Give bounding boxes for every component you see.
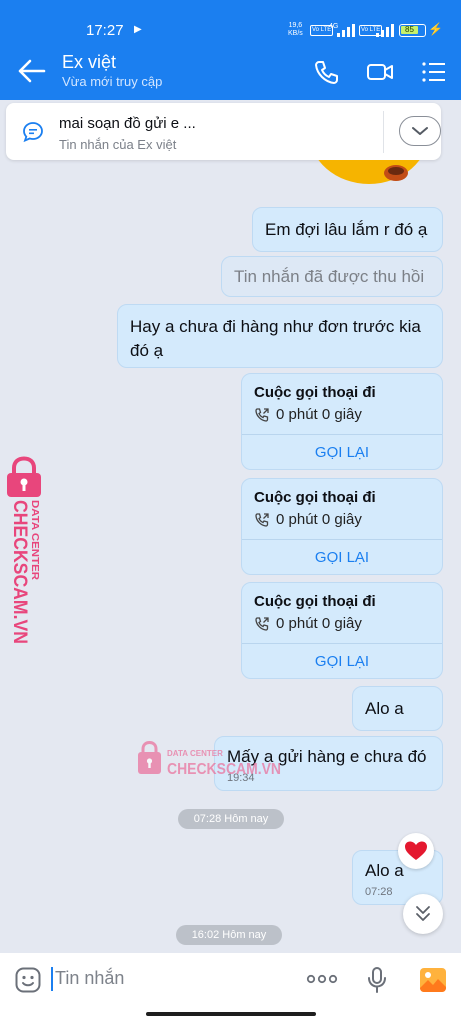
back-arrow-icon[interactable] [14, 56, 48, 86]
expand-pinned-button[interactable] [399, 116, 441, 146]
outgoing-call-icon [255, 408, 269, 422]
message-text: Hay a chưa đi hàng như đơn trước kia đó … [130, 317, 421, 360]
recalled-message-text: Tin nhắn đã được thu hồi [234, 267, 425, 286]
home-indicator[interactable] [146, 1012, 316, 1016]
sticker-icon[interactable] [14, 966, 42, 994]
network-speed-unit: KB/s [288, 30, 303, 37]
more-options-icon[interactable] [306, 973, 338, 985]
pinned-message-source: Tin nhắn của Ex việt [59, 137, 177, 152]
signal-icon-2 [376, 24, 394, 37]
message-text: Alo a [365, 699, 404, 718]
contact-status: Vừa mới truy cập [62, 74, 163, 89]
reaction-heart-button[interactable] [398, 833, 434, 869]
message-text: Em đợi lâu lắm r đó ạ [265, 220, 428, 239]
system-nav-bar [0, 1006, 461, 1024]
outgoing-call-icon [255, 617, 269, 631]
date-separator: 07:28 Hôm nay [178, 809, 284, 829]
message-input[interactable]: Tin nhắn [55, 968, 124, 989]
double-chevron-down-icon [416, 906, 430, 921]
divider [242, 434, 442, 435]
pinned-message-bar[interactable]: mai soạn đồ gửi e ... Tin nhắn của Ex vi… [6, 103, 441, 160]
battery-level: 85 [405, 25, 414, 34]
checkscam-watermark: DATA CENTER CHECKSCAM.VN [138, 741, 281, 778]
watermark-brand: CHECKSCAM.VN [9, 500, 30, 644]
divider [242, 539, 442, 540]
network-speed: 19,6 KB/s [288, 22, 303, 38]
divider [383, 111, 384, 153]
heart-icon [405, 841, 427, 860]
scroll-to-bottom-button[interactable] [403, 894, 443, 934]
message-input-bar: Tin nhắn [0, 953, 461, 1006]
network-speed-value: 19,6 [288, 22, 303, 29]
contact-name[interactable]: Ex việt [62, 52, 116, 73]
call-duration: 0 phút 0 giây [276, 511, 362, 528]
watermark-brand: CHECKSCAM.VN [167, 761, 281, 778]
chevron-down-icon [412, 127, 428, 135]
chat-header: Ex việt Vừa mới truy cập [0, 44, 461, 100]
call-card[interactable]: Cuộc gọi thoại đi 0 phút 0 giây GỌI LẠI [241, 373, 443, 470]
divider [242, 643, 442, 644]
call-duration: 0 phút 0 giây [276, 406, 362, 423]
call-card[interactable]: Cuộc gọi thoại đi 0 phút 0 giây GỌI LẠI [241, 582, 443, 679]
charging-icon: ⚡ [428, 22, 443, 36]
menu-icon[interactable] [420, 58, 448, 86]
checkscam-watermark: CHECKSCAM.VN DATA CENTER [7, 456, 41, 644]
chat-bubble-icon [23, 122, 43, 143]
message-bubble[interactable]: Hay a chưa đi hàng như đơn trước kia đó … [117, 304, 443, 368]
sticker-image[interactable] [308, 160, 430, 188]
watermark-tagline: DATA CENTER [167, 749, 223, 758]
battery-icon: 85 [399, 24, 426, 37]
call-title: Cuộc gọi thoại đi [254, 489, 376, 506]
image-gallery-icon[interactable] [419, 967, 447, 993]
status-time: 17:27 [86, 22, 124, 39]
outgoing-call-icon [255, 513, 269, 527]
call-again-button[interactable]: GỌI LẠI [242, 444, 442, 461]
watermark-tagline: DATA CENTER [29, 500, 40, 581]
message-bubble[interactable]: Em đợi lâu lắm r đó ạ [252, 207, 443, 252]
status-bar: 17:27 ▶ 19,6 KB/s Vo LTE 4G Vo LTE 85 ⚡ [0, 0, 461, 44]
text-caret [51, 967, 53, 991]
call-title: Cuộc gọi thoại đi [254, 384, 376, 401]
phone-call-icon[interactable] [313, 58, 341, 86]
pinned-message-text: mai soạn đồ gửi e ... [59, 115, 196, 132]
recalled-message-bubble[interactable]: Tin nhắn đã được thu hồi [221, 256, 443, 297]
call-card[interactable]: Cuộc gọi thoại đi 0 phút 0 giây GỌI LẠI [241, 478, 443, 575]
signal-icon-1 [337, 24, 355, 37]
microphone-icon[interactable] [367, 966, 387, 994]
date-separator: 16:02 Hôm nay [176, 925, 282, 945]
call-duration: 0 phút 0 giây [276, 615, 362, 632]
message-bubble[interactable]: Alo a [352, 686, 443, 731]
call-title: Cuộc gọi thoại đi [254, 593, 376, 610]
call-again-button[interactable]: GỌI LẠI [242, 653, 442, 670]
call-again-button[interactable]: GỌI LẠI [242, 549, 442, 566]
message-time: 07:28 [365, 886, 393, 898]
video-call-icon[interactable] [366, 58, 394, 86]
media-play-icon: ▶ [134, 24, 142, 35]
